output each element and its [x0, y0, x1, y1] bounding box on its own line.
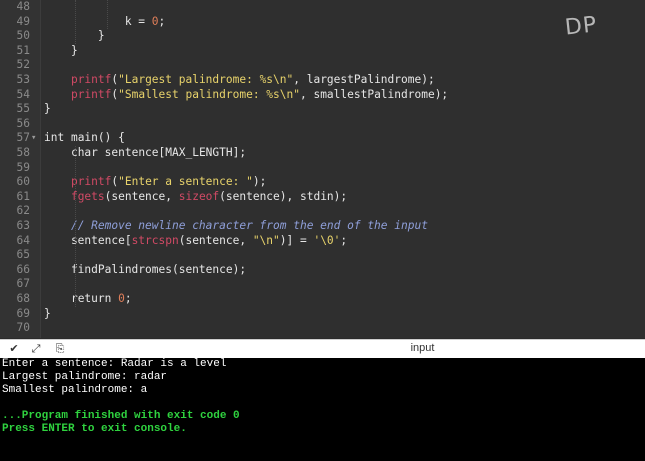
indent-guide — [75, 0, 76, 44]
console-line: ...Program finished with exit code 0 — [2, 410, 240, 422]
line-number: 69 — [16, 306, 30, 320]
code-text[interactable]: printf("Smallest palindrome: %s\n", smal… — [44, 88, 448, 103]
code-line[interactable]: 61 fgets(sentence, sizeof(sentence), std… — [0, 190, 645, 205]
line-number: 57 — [16, 131, 30, 145]
code-editor[interactable]: 48 49 k = 0; 50 } 51 } 52 53 printf("Largest … — [0, 0, 645, 338]
code-line[interactable]: 65 — [0, 248, 645, 263]
fold-toggle-icon[interactable]: ▾ — [31, 131, 36, 146]
code-line[interactable]: 68 return 0; — [0, 292, 645, 307]
code-line[interactable]: 57 ▾ int main() { — [0, 131, 645, 146]
code-line[interactable]: 53 printf("Largest palindrome: %s\n", la… — [0, 73, 645, 88]
line-number: 62 — [16, 204, 30, 218]
line-number: 67 — [16, 277, 30, 291]
line-number: 55 — [16, 102, 30, 116]
line-number: 48 — [16, 0, 30, 13]
code-line[interactable]: 66 findPalindromes(sentence); — [0, 263, 645, 278]
code-line[interactable]: 60 printf("Enter a sentence: "); — [0, 175, 645, 190]
code-line[interactable]: 62 — [0, 204, 645, 219]
code-text[interactable]: } — [44, 44, 78, 59]
code-line[interactable]: 50 } — [0, 29, 645, 44]
console-toolbar: ✔ ⤢ ⎘ input — [0, 339, 645, 359]
line-number: 66 — [16, 262, 30, 276]
code-line[interactable]: 69} — [0, 307, 645, 322]
indent-guide — [107, 0, 108, 30]
code-line[interactable]: 56 — [0, 117, 645, 132]
code-text[interactable]: int main() { — [44, 131, 125, 146]
code-text[interactable]: fgets(sentence, sizeof(sentence), stdin)… — [44, 190, 347, 205]
line-number: 68 — [16, 292, 30, 305]
line-number: 60 — [16, 175, 30, 189]
code-line[interactable]: 54 printf("Smallest palindrome: %s\n", s… — [0, 88, 645, 103]
line-number: 64 — [16, 233, 30, 247]
code-line[interactable]: 63 // Remove newline character from the … — [0, 219, 645, 234]
code-line[interactable]: 49 k = 0; — [0, 15, 645, 30]
console-line: Enter a sentence: Radar is a level — [2, 358, 227, 370]
code-text[interactable]: } — [44, 307, 51, 322]
code-line[interactable]: 64 sentence[strcspn(sentence, "\n")] = '… — [0, 234, 645, 249]
code-text[interactable]: k = 0; — [44, 15, 165, 30]
line-number: 63 — [16, 219, 30, 232]
watermark-logo: DP — [563, 12, 599, 41]
console-line: Press ENTER to exit console. — [2, 423, 187, 435]
code-line[interactable]: 58 char sentence[MAX_LENGTH]; — [0, 146, 645, 161]
line-number: 56 — [16, 116, 30, 130]
code-line[interactable]: 59 — [0, 161, 645, 176]
code-text[interactable]: // Remove newline character from the end… — [44, 219, 428, 234]
code-line[interactable]: 51 } — [0, 44, 645, 59]
line-number: 49 — [16, 14, 30, 28]
line-number: 53 — [16, 73, 30, 86]
line-number: 54 — [16, 87, 30, 101]
line-number: 59 — [16, 160, 30, 174]
line-number: 50 — [16, 29, 30, 43]
code-text[interactable]: sentence[strcspn(sentence, "\n")] = '\0'… — [44, 234, 347, 249]
code-text[interactable]: } — [44, 102, 51, 117]
console-line: Smallest palindrome: a — [2, 384, 148, 396]
code-line[interactable]: 70 — [0, 321, 645, 336]
line-number: 52 — [16, 58, 30, 72]
code-text[interactable]: return 0; — [44, 292, 132, 307]
console-output[interactable]: Enter a sentence: Radar is a level Larges… — [0, 358, 645, 461]
line-number: 51 — [16, 43, 30, 57]
code-text[interactable]: printf("Enter a sentence: "); — [44, 175, 266, 190]
console-tab-title: input — [410, 342, 435, 354]
code-line[interactable]: 67 — [0, 277, 645, 292]
code-line[interactable]: 52 — [0, 58, 645, 73]
indent-guide — [75, 146, 76, 307]
line-number: 70 — [16, 321, 30, 335]
console-line: Largest palindrome: radar — [2, 371, 168, 383]
line-number: 65 — [16, 248, 30, 262]
line-number: 61 — [16, 189, 30, 203]
line-number: 58 — [16, 146, 30, 159]
code-line[interactable]: 55} — [0, 102, 645, 117]
code-text[interactable]: printf("Largest palindrome: %s\n", large… — [44, 73, 435, 88]
code-line[interactable]: 48 — [0, 0, 645, 15]
